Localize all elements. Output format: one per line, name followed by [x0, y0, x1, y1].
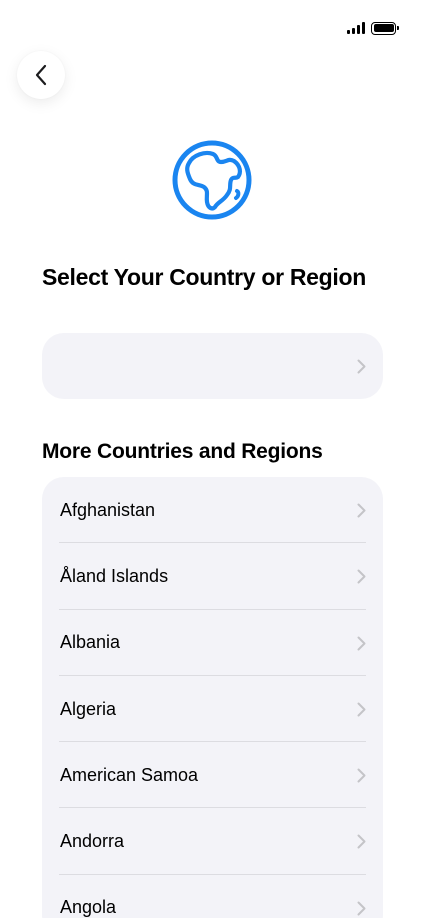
screen: Select Your Country or Region More Count…: [0, 0, 424, 918]
chevron-right-icon: [357, 702, 366, 717]
chevron-right-icon: [357, 901, 366, 916]
country-list: Afghanistan Åland Islands Albania Algeri…: [42, 477, 383, 918]
country-row-american-samoa[interactable]: American Samoa: [42, 742, 383, 809]
chevron-right-icon: [357, 503, 366, 518]
suggested-country-row[interactable]: [42, 333, 383, 399]
chevron-left-icon: [35, 64, 47, 86]
chevron-right-icon: [357, 834, 366, 849]
chevron-right-icon: [357, 569, 366, 584]
country-name: Afghanistan: [60, 499, 156, 520]
section-title: More Countries and Regions: [42, 440, 323, 463]
country-name: Albania: [60, 632, 121, 653]
cellular-signal-icon: [347, 22, 365, 34]
country-row-afghanistan[interactable]: Afghanistan: [42, 477, 383, 544]
globe-africa-icon: [172, 140, 252, 220]
country-row-angola[interactable]: Angola: [42, 875, 383, 918]
chevron-right-icon: [357, 359, 366, 374]
country-name: Algeria: [60, 698, 117, 719]
chevron-right-icon: [357, 636, 366, 651]
page-title: Select Your Country or Region: [42, 264, 366, 290]
status-bar: [347, 19, 399, 37]
country-row-andorra[interactable]: Andorra: [42, 808, 383, 876]
country-name: Andorra: [60, 831, 125, 852]
chevron-right-icon: [357, 768, 366, 783]
battery-icon: [371, 21, 399, 35]
back-button[interactable]: [17, 51, 65, 99]
country-row-aland-islands[interactable]: Åland Islands: [42, 543, 383, 610]
country-row-algeria[interactable]: Algeria: [42, 676, 383, 743]
country-row-albania[interactable]: Albania: [42, 610, 383, 677]
country-name: Åland Islands: [60, 565, 169, 586]
country-name: Angola: [60, 897, 117, 918]
country-name: American Samoa: [60, 764, 199, 785]
